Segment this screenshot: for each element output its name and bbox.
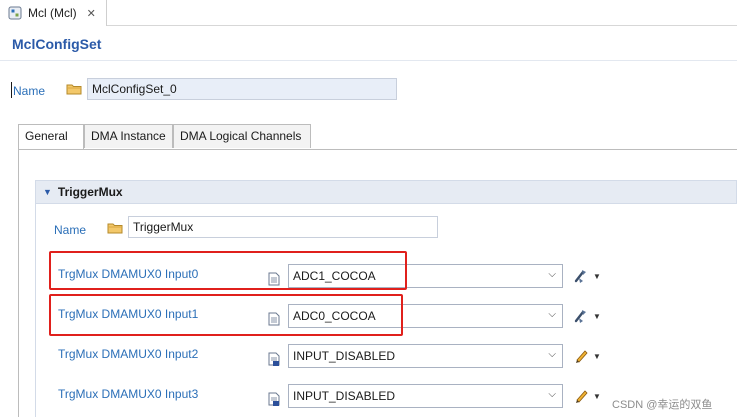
dropdown-arrow-icon[interactable]: ▼	[593, 352, 601, 361]
tab-divider	[18, 149, 737, 150]
editor-tab-mcl[interactable]: Mcl (Mcl) ✕	[0, 0, 107, 26]
section-border	[35, 204, 36, 417]
chevron-down-icon[interactable]: ⌵	[548, 309, 556, 320]
config-name-label[interactable]: Name	[13, 84, 45, 98]
text-caret	[11, 82, 12, 98]
dropdown-arrow-icon[interactable]: ▼	[593, 392, 601, 401]
dropdown-arrow-icon[interactable]: ▼	[593, 312, 601, 321]
header-divider	[0, 60, 737, 61]
watermark: CSDN @幸运的双鱼	[612, 399, 713, 411]
row-label-input2[interactable]: TrgMux DMAMUX0 Input2	[58, 347, 198, 361]
highlight-box	[49, 294, 403, 336]
combo-value: INPUT_DISABLED	[293, 349, 396, 363]
folder-icon	[107, 223, 123, 234]
combo-input2[interactable]: INPUT_DISABLED ⌵	[288, 344, 563, 368]
folder-icon	[66, 84, 82, 95]
wand-icon[interactable]	[574, 308, 588, 324]
dropdown-arrow-icon[interactable]: ▼	[593, 272, 601, 281]
highlight-box	[49, 251, 407, 290]
combo-value: INPUT_DISABLED	[293, 389, 396, 403]
section-name-label[interactable]: Name	[54, 223, 86, 237]
pencil-icon[interactable]	[574, 388, 588, 404]
tool-menu-input3[interactable]: ▼	[574, 388, 601, 404]
section-name-input[interactable]: TriggerMux	[128, 216, 438, 238]
tool-menu-input0[interactable]: ▼	[574, 268, 601, 284]
config-tabs: General DMA Instance DMA Logical Channel…	[18, 124, 737, 150]
editor-tab-strip	[0, 0, 737, 26]
chevron-down-icon[interactable]: ⌵	[548, 389, 556, 400]
close-icon[interactable]: ✕	[87, 7, 96, 20]
panel-border	[18, 149, 19, 417]
tool-menu-input2[interactable]: ▼	[574, 348, 601, 364]
tab-dma-logical-channels[interactable]: DMA Logical Channels	[173, 124, 311, 148]
wand-icon[interactable]	[574, 268, 588, 284]
document-default-icon	[268, 392, 280, 406]
module-config-icon	[8, 6, 22, 20]
collapse-triangle-icon[interactable]: ▼	[43, 187, 52, 197]
tab-general[interactable]: General	[18, 124, 84, 150]
section-header-triggermux[interactable]: ▼ TriggerMux	[35, 180, 737, 204]
row-label-input3[interactable]: TrgMux DMAMUX0 Input3	[58, 387, 198, 401]
chevron-down-icon[interactable]: ⌵	[548, 269, 556, 280]
config-name-input[interactable]: MclConfigSet_0	[87, 78, 397, 100]
tool-menu-input1[interactable]: ▼	[574, 308, 601, 324]
tab-dma-instance[interactable]: DMA Instance	[84, 124, 173, 148]
editor-tab-label: Mcl (Mcl)	[28, 6, 77, 20]
chevron-down-icon[interactable]: ⌵	[548, 349, 556, 360]
pencil-icon[interactable]	[574, 348, 588, 364]
combo-input3[interactable]: INPUT_DISABLED ⌵	[288, 384, 563, 408]
page-title: MclConfigSet	[12, 36, 102, 52]
document-default-icon	[268, 352, 280, 366]
section-title: TriggerMux	[57, 185, 123, 199]
